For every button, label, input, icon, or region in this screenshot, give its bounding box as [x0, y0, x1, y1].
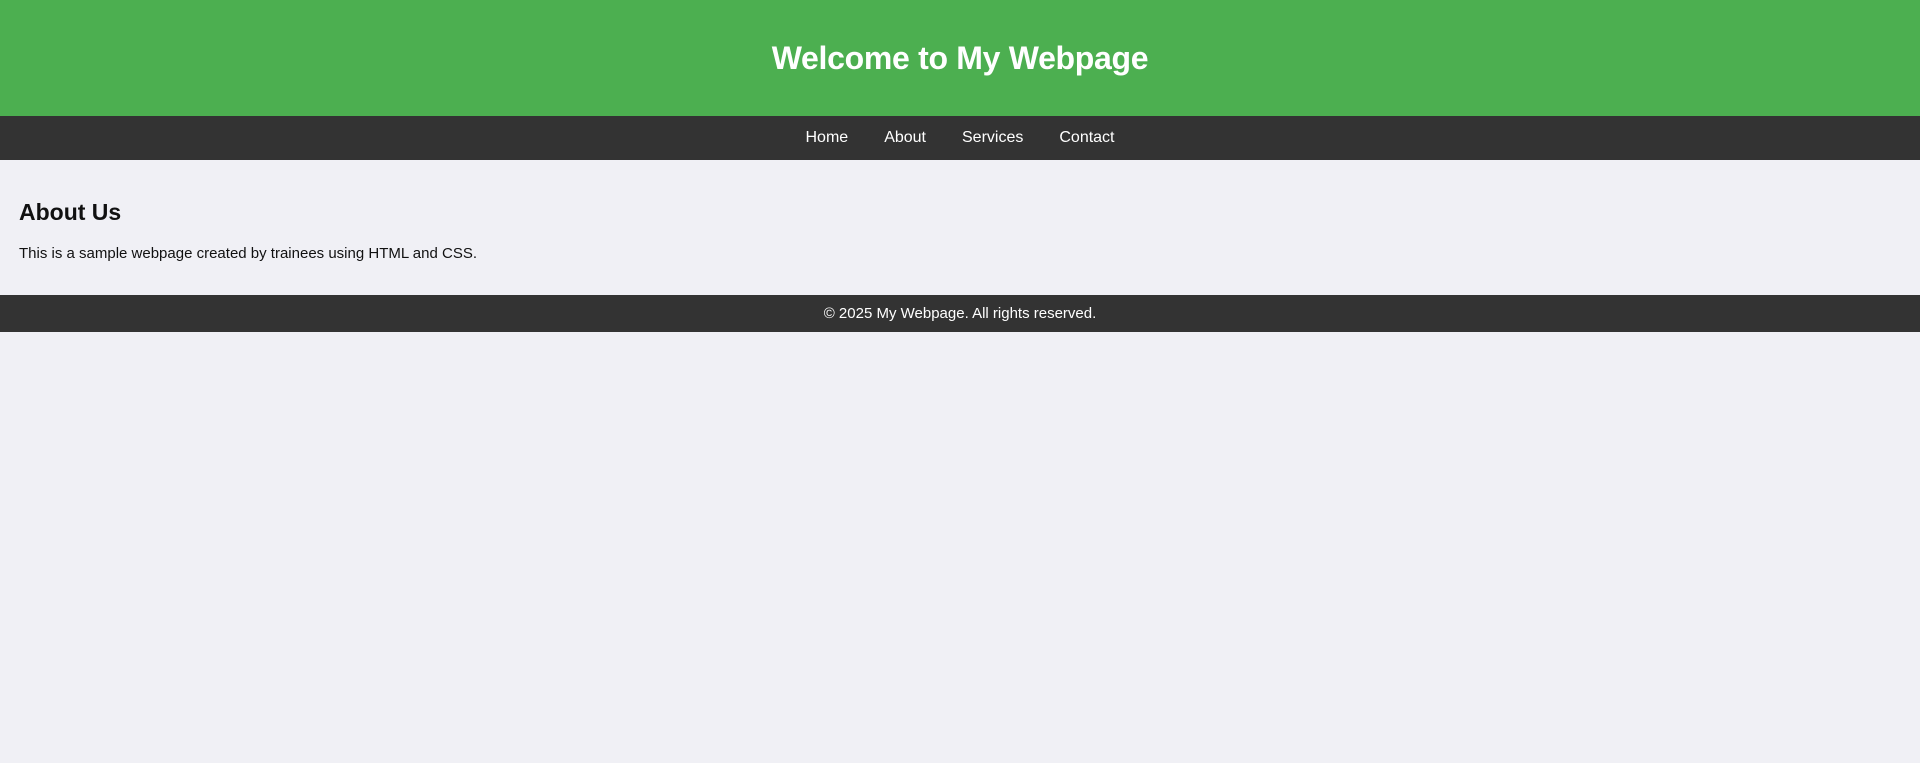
about-section: About Us This is a sample webpage create…: [0, 160, 1920, 295]
main-nav: Home About Services Contact: [0, 116, 1920, 160]
site-header: Welcome to My Webpage: [0, 0, 1920, 116]
section-heading: About Us: [19, 199, 122, 225]
nav-link-services[interactable]: Services: [944, 116, 1041, 160]
nav-link-contact[interactable]: Contact: [1041, 116, 1132, 160]
nav-link-about[interactable]: About: [866, 116, 944, 160]
nav-link-home[interactable]: Home: [788, 116, 867, 160]
page-title: Welcome to My Webpage: [771, 39, 1149, 76]
footer-copyright: © 2025 My Webpage. All rights reserved.: [823, 305, 1097, 322]
site-footer: © 2025 My Webpage. All rights reserved.: [0, 295, 1920, 332]
section-text: This is a sample webpage created by trai…: [19, 245, 478, 262]
